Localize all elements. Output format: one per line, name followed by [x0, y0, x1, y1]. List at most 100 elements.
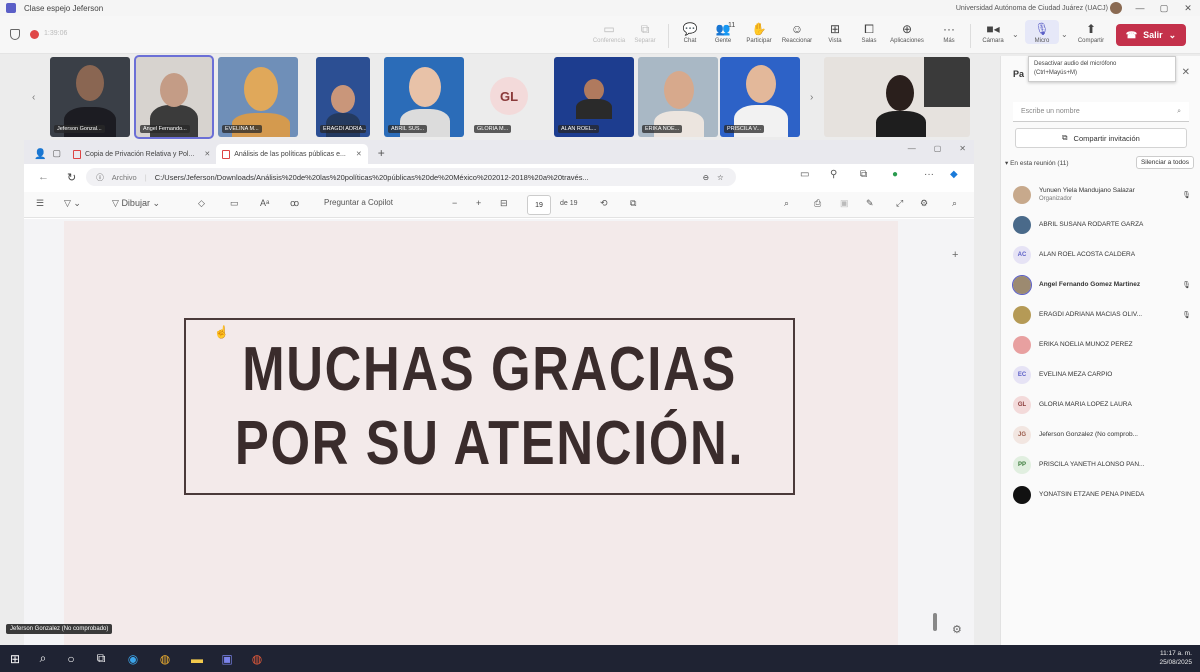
video-tile[interactable]: ERAGDI ADRIA...: [316, 57, 370, 137]
task-view-icon[interactable]: ⧉: [92, 650, 110, 667]
refresh-icon[interactable]: ↻: [67, 171, 76, 184]
video-tile-self[interactable]: [824, 57, 970, 137]
zoom-icon[interactable]: ⊖: [703, 173, 709, 182]
video-tile[interactable]: EVELINA M...: [218, 57, 298, 137]
rooms-button[interactable]: ⧠ Salas: [852, 20, 886, 44]
scrollbar[interactable]: [932, 223, 938, 633]
extension-green-icon[interactable]: ●: [892, 169, 898, 180]
mic-options-chevron-icon[interactable]: ⌄: [1061, 30, 1068, 39]
tab-copia-privacion[interactable]: Copia de Privación Relativa y Pol... ✕: [67, 144, 216, 164]
more-button[interactable]: ··· Más: [932, 20, 966, 44]
highlight-icon[interactable]: ▽ ⌄: [64, 198, 81, 209]
participant-row[interactable]: ERIKA NOELIA MUÑOZ PEREZ: [1013, 330, 1193, 360]
draw-button[interactable]: ▽ Dibujar ⌄: [112, 198, 160, 209]
close-tab-icon[interactable]: ✕: [204, 150, 210, 158]
windows-start-icon[interactable]: ⊞: [6, 650, 24, 667]
in-meeting-section[interactable]: ▾ En esta reunión (11): [1005, 159, 1068, 167]
search-icon[interactable]: ⌕: [34, 650, 52, 667]
maximize-icon[interactable]: ▢: [934, 144, 942, 153]
tab-actions-icon[interactable]: ▢: [52, 148, 67, 164]
file-explorer-icon[interactable]: ▬: [188, 650, 206, 667]
close-window-icon[interactable]: ✕: [1176, 0, 1200, 16]
settings-icon[interactable]: ⚙: [920, 198, 928, 209]
rotate-icon[interactable]: ⟲: [600, 198, 608, 209]
video-tile[interactable]: Jeferson Gonzal...: [50, 57, 130, 137]
mute-all-button[interactable]: Silenciar a todos: [1135, 156, 1194, 169]
favorite-star-icon[interactable]: ☆: [717, 173, 724, 182]
text-box-icon[interactable]: ▭: [230, 198, 239, 209]
font-size-icon[interactable]: Aᵃ: [260, 198, 269, 208]
video-tile[interactable]: ABRIL SUS...: [384, 57, 464, 137]
maximize-icon[interactable]: ▢: [1152, 0, 1176, 16]
close-tab-icon[interactable]: ✕: [356, 150, 362, 158]
participant-row[interactable]: JG Jeferson Gonzalez (No comprob...: [1013, 420, 1193, 450]
participant-row[interactable]: ERAGDI ADRIANA MACIAS OLIV... 🎙: [1013, 300, 1193, 330]
chevron-right-icon[interactable]: ›: [810, 92, 813, 103]
chrome-icon[interactable]: ◍: [156, 650, 174, 667]
react-button[interactable]: ☺ Reaccionar: [780, 20, 814, 44]
participant-row[interactable]: EC EVELINA MEZA CARPIO: [1013, 360, 1193, 390]
search-icon[interactable]: ⌕: [784, 198, 789, 209]
add-sidebar-icon[interactable]: +: [952, 249, 958, 261]
apps-button[interactable]: ⊕ Aplicaciones: [890, 20, 924, 44]
close-icon[interactable]: ✕: [1182, 67, 1190, 78]
camera-button[interactable]: ■◂ Cámara: [976, 20, 1010, 44]
video-tile[interactable]: ALAN ROEL...: [554, 57, 634, 137]
edge-icon[interactable]: ◉: [124, 650, 142, 667]
participant-row[interactable]: ABRIL SUSANA RODARTE GARZA: [1013, 210, 1193, 240]
video-tile[interactable]: Angel Fernando...: [134, 55, 214, 139]
teams-taskbar-icon[interactable]: ▣: [218, 650, 236, 667]
raise-hand-button[interactable]: ✋ Participar: [742, 20, 776, 44]
share-button[interactable]: ⬆ Compartir: [1074, 20, 1108, 44]
tab-analisis-politicas[interactable]: Análisis de las políticas públicas e... …: [216, 144, 368, 164]
share-invite-button[interactable]: ⧉ Compartir invitación: [1015, 128, 1187, 148]
shield-icon[interactable]: [10, 29, 20, 40]
video-tile[interactable]: GL GLORIA M...: [470, 57, 550, 137]
video-tile[interactable]: PRISCILA V...: [720, 57, 800, 137]
view-button[interactable]: ⊞ Vista: [818, 20, 852, 44]
sidebar-settings-icon[interactable]: ⚙: [952, 623, 962, 636]
participant-row[interactable]: PP PRISCILA YANETH ALONSO PAN...: [1013, 450, 1193, 480]
participant-row[interactable]: Angel Fernando Gomez Martinez 🎙: [1012, 270, 1193, 300]
copilot-icon[interactable]: ◆: [950, 169, 958, 180]
mic-button[interactable]: 🎙 Micro: [1025, 20, 1059, 44]
chat-button[interactable]: 💬 Chat: [673, 20, 707, 44]
participant-row[interactable]: GL GLORIA MARIA LOPEZ LAURA: [1013, 390, 1193, 420]
participant-row[interactable]: YONATSIN ETZANE PEÑA PINEDA: [1013, 480, 1193, 510]
chrome-profile-icon[interactable]: ◍: [248, 650, 266, 667]
video-tile[interactable]: ERIKA NOE...: [638, 57, 718, 137]
address-bar[interactable]: ⓘ Archivo | C:/Users/Jeferson/Downloads/…: [86, 168, 737, 186]
chevron-left-icon[interactable]: ‹: [32, 92, 35, 103]
new-tab-button[interactable]: +: [368, 146, 395, 164]
participant-row[interactable]: Yunuen Yiela Mandujano Salazar Organizado…: [1013, 180, 1193, 210]
read-aloud-icon[interactable]: ꝏ: [290, 198, 299, 209]
people-button[interactable]: 👥 11 Gente: [706, 20, 740, 44]
collections-icon[interactable]: ⧉: [860, 169, 867, 180]
system-clock[interactable]: 11:17 a. m. 25/08/2025: [1159, 649, 1192, 667]
print-icon[interactable]: ⎙: [814, 198, 821, 209]
user-avatar[interactable]: [1110, 2, 1122, 14]
page-view-icon[interactable]: ⧉: [630, 198, 636, 209]
fit-page-icon[interactable]: ⊟: [500, 198, 508, 209]
minimize-icon[interactable]: —: [908, 144, 916, 153]
close-window-icon[interactable]: ✕: [959, 144, 966, 153]
save-icon[interactable]: ▣: [840, 198, 849, 209]
page-number-input[interactable]: 19: [527, 195, 551, 215]
ask-copilot-button[interactable]: Preguntar a Copilot: [324, 198, 393, 207]
read-aloud-icon[interactable]: ▭: [800, 169, 809, 180]
camera-options-chevron-icon[interactable]: ⌄: [1012, 30, 1019, 39]
conference-button[interactable]: ▭ Conferencia: [592, 20, 626, 44]
pop-out-button[interactable]: ⧉ Separar: [628, 20, 662, 44]
leave-button[interactable]: ☎ Salir ⌄: [1116, 24, 1186, 46]
contents-icon[interactable]: ☰: [36, 198, 44, 209]
zoom-in-icon[interactable]: +: [476, 198, 481, 208]
sidebar-search-icon[interactable]: ⌕: [952, 198, 957, 209]
extensions-icon[interactable]: ⚲: [830, 169, 837, 180]
profile-icon[interactable]: 👤: [24, 149, 52, 164]
cortana-icon[interactable]: ○: [62, 650, 80, 667]
zoom-out-icon[interactable]: −: [452, 198, 457, 208]
participant-search-input[interactable]: Escribe un nombre ⌕: [1013, 102, 1189, 122]
minimize-icon[interactable]: —: [1128, 0, 1152, 16]
more-menu-icon[interactable]: ···: [924, 169, 934, 180]
eraser-icon[interactable]: ◇: [198, 198, 205, 209]
